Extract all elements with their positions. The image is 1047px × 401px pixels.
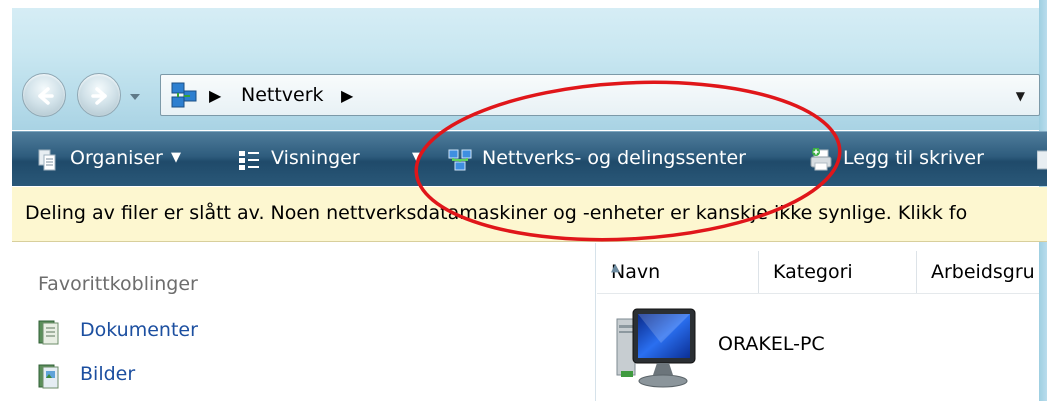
navigation-pane: Favorittkoblinger Dokumenter Bilder (12, 243, 596, 401)
info-bar-message: Deling av filer er slått av. Noen nettve… (25, 202, 968, 224)
organize-icon (38, 149, 56, 171)
sort-ascending-icon: ▲ (611, 261, 620, 274)
add-printer-label: Legg til skriver (843, 147, 984, 169)
column-header-category[interactable]: Kategori (759, 251, 917, 293)
info-bar[interactable]: Deling av filer er slått av. Noen nettve… (12, 187, 1047, 242)
nav-link-pictures[interactable]: Bilder (38, 363, 258, 391)
more-commands-icon[interactable] (1037, 150, 1047, 172)
nav-link-documents[interactable]: Dokumenter (38, 319, 258, 347)
recent-pages-dropdown-icon[interactable] (128, 90, 142, 104)
column-header-label: Arbeidsgru (931, 261, 1035, 283)
forward-arrow-icon (91, 87, 107, 105)
pictures-icon (38, 364, 59, 389)
breadcrumb-separator[interactable]: ▶ (341, 86, 353, 105)
printer-icon (810, 148, 832, 171)
computer-icon (616, 308, 696, 388)
documents-icon (38, 320, 59, 345)
forward-button[interactable] (77, 73, 121, 117)
top-edge (0, 0, 1047, 8)
network-sharing-icon (448, 149, 472, 171)
favorite-links-heading: Favorittkoblinger (38, 273, 198, 295)
nav-link-label: Bilder (80, 363, 136, 385)
views-button[interactable]: Visninger ▼ (237, 147, 427, 173)
nav-link-label: Dokumenter (80, 319, 198, 341)
file-list: Navn ▲ Kategori Arbeidsgru ORAKEL-PC (597, 243, 1039, 401)
network-icon (171, 82, 197, 108)
list-item-label: ORAKEL-PC (718, 333, 825, 355)
address-bar[interactable]: ▶ Nettverk ▶ ▼ (160, 74, 1040, 116)
organize-button[interactable]: Organiser ▼ (36, 147, 216, 173)
organize-label: Organiser (70, 147, 163, 169)
breadcrumb-separator[interactable]: ▶ (209, 86, 221, 105)
views-label: Visninger (271, 147, 360, 169)
list-item[interactable]: ORAKEL-PC (597, 298, 897, 398)
network-sharing-center-button[interactable]: Nettverks- og delingssenter (448, 147, 788, 173)
breadcrumb-network[interactable]: Nettverk (241, 84, 324, 106)
back-arrow-icon (38, 87, 54, 105)
command-bar: Organiser ▼ Visninger ▼ Nettverks- og de… (12, 131, 1047, 186)
header-divider (597, 293, 1039, 294)
views-icon (239, 151, 259, 170)
column-header-name[interactable]: Navn ▲ (597, 251, 759, 293)
address-history-dropdown-icon[interactable]: ▼ (1016, 89, 1025, 103)
column-header-label: Kategori (773, 261, 853, 283)
organize-dropdown-icon: ▼ (171, 150, 181, 165)
network-sharing-center-label: Nettverks- og delingssenter (482, 147, 746, 169)
left-edge (0, 0, 12, 401)
back-button[interactable] (22, 73, 66, 117)
views-dropdown-icon: ▼ (412, 150, 422, 165)
add-printer-button[interactable]: Legg til skriver (809, 147, 1009, 173)
column-header-workgroup[interactable]: Arbeidsgru (917, 251, 1039, 293)
